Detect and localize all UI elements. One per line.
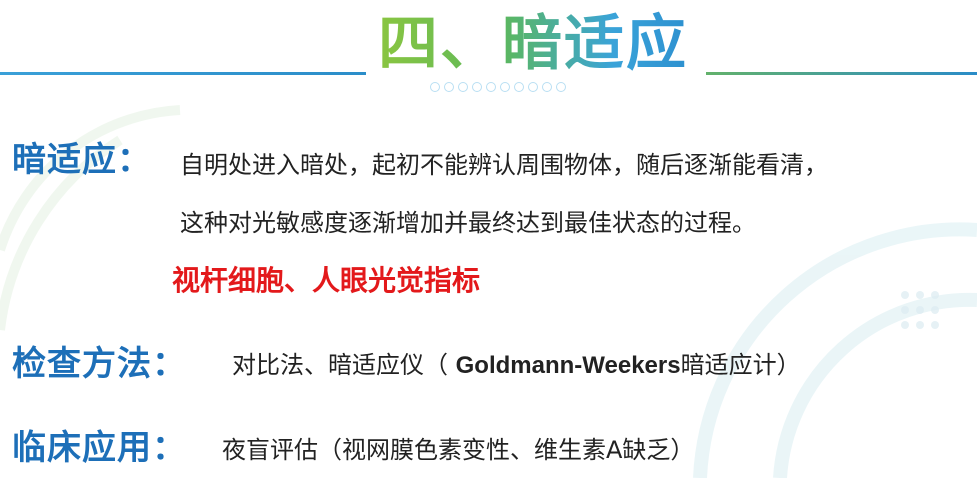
definition-heading: 暗适应： [12,140,152,180]
slide-header: 四、暗适应 [0,0,977,100]
method-heading: 检查方法： [12,344,187,384]
dot-icon [528,82,538,92]
clinical-text: 夜盲评估（视网膜色素变性、维生素A缺乏） [222,436,695,464]
method-text: 对比法、暗适应仪（ Goldmann-Weekers暗适应计） [232,345,801,380]
method-device-name: Goldmann-Weekers [455,352,681,379]
dot-icon [542,82,552,92]
dot-icon [486,82,496,92]
title-dots-decoration [430,82,566,92]
clinical-heading: 临床应用： [12,428,187,468]
dot-icon [556,82,566,92]
definition-line-2: 这种对光敏感度逐渐增加并最终达到最佳状态的过程。 [180,209,756,237]
dot-icon [514,82,524,92]
dot-icon [458,82,468,92]
definition-highlight: 视杆细胞、人眼光觉指标 [172,264,481,297]
dot-icon [430,82,440,92]
dot-icon [444,82,454,92]
dot-icon [500,82,510,92]
definition-line-1: 自明处进入暗处，起初不能辨认周围物体，随后逐渐能看清， [180,151,828,179]
dot-icon [472,82,482,92]
method-text-part-2: 暗适应计） [680,351,801,379]
slide-title: 四、暗适应 [372,4,694,84]
method-text-part-1: 对比法、暗适应仪（ [232,351,456,379]
